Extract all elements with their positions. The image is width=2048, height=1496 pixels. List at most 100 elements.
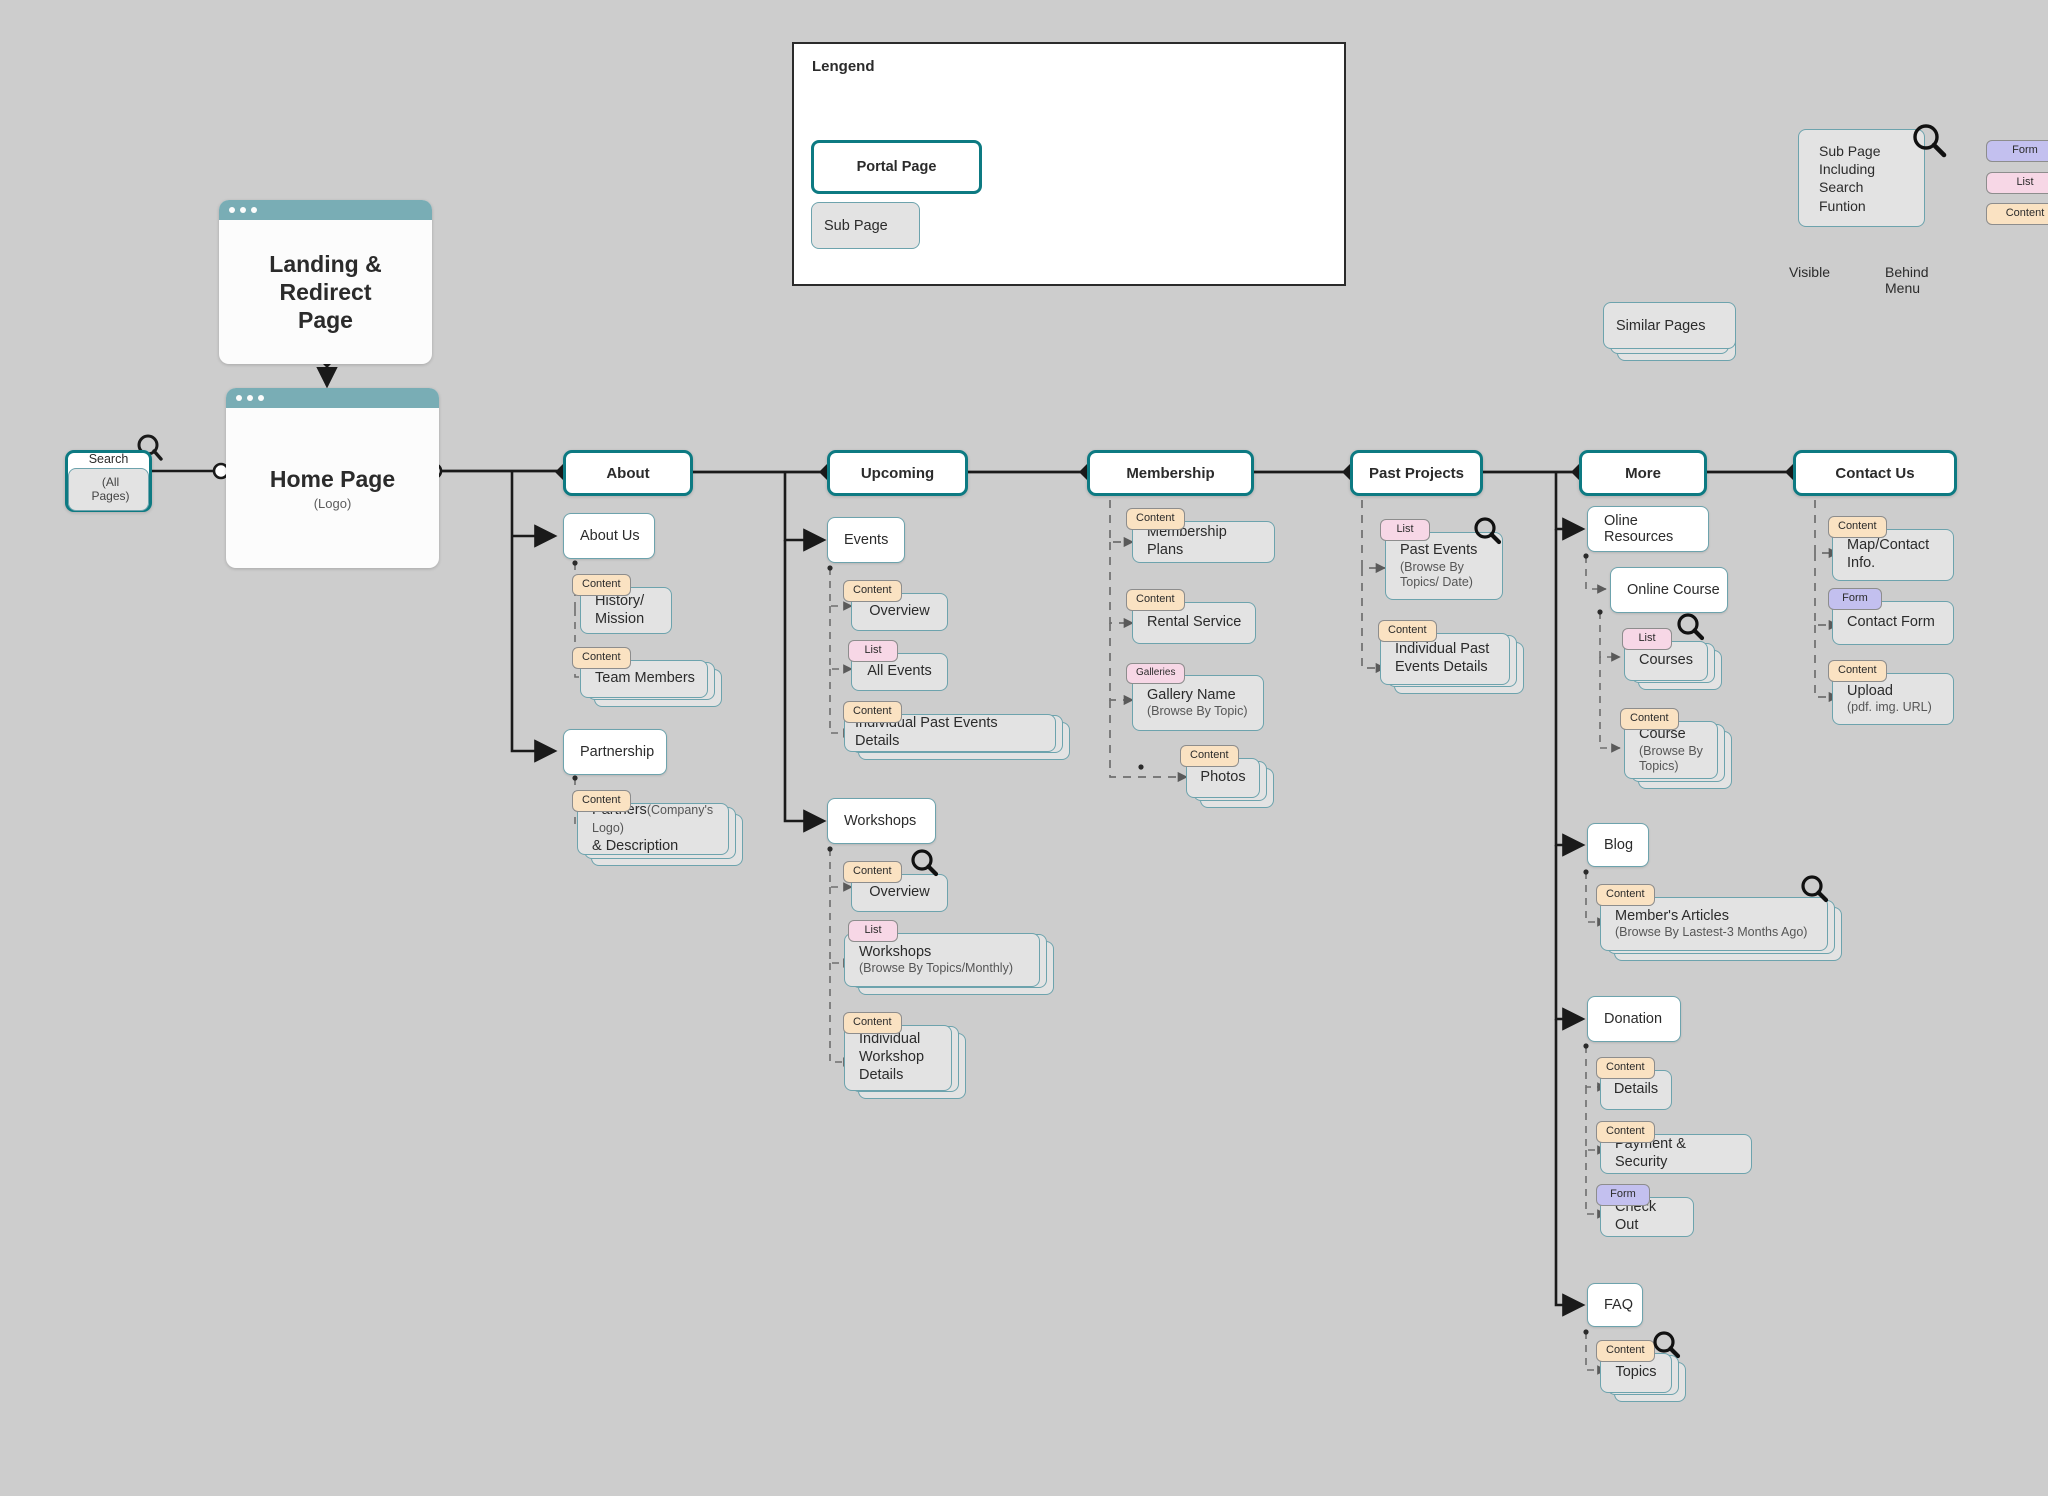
subpage-individual-workshop[interactable]: Individual Workshop Details <box>844 1025 952 1091</box>
map-contact-line2: Info. <box>1847 555 1876 571</box>
menu-about-us-label: About Us <box>580 528 640 544</box>
legend-behind-menu-label: Behind Menu <box>1885 264 1929 296</box>
tag-workshops-overview: Content <box>843 861 902 883</box>
tag-individual-past-events: Content <box>843 701 902 723</box>
landing-redirect-page[interactable]: Landing & Redirect Page <box>219 200 432 364</box>
topics-magnifier-icon <box>1653 1331 1681 1359</box>
legend-search-line1: Sub Page <box>1819 143 1881 159</box>
course-subtitle2: Topics) <box>1639 758 1679 773</box>
tag-contact-form: Form <box>1828 588 1882 610</box>
tag-all-events: List <box>848 640 898 662</box>
gallery-name-title: Gallery Name <box>1147 686 1236 703</box>
map-contact-line1: Map/Contact <box>1847 537 1930 554</box>
menu-events[interactable]: Events <box>827 517 905 563</box>
legend-search-magnifier-icon <box>1913 124 1947 158</box>
landing-title-line3: Page <box>298 307 353 334</box>
portal-contact-us[interactable]: Contact Us <box>1793 450 1957 496</box>
legend-panel: Lengend Portal Page Sub Page Similar Pag… <box>792 42 2048 361</box>
individual-workshop-line2: Workshop <box>859 1049 925 1066</box>
partners-title-line2: & Description <box>592 837 679 854</box>
window-dot <box>229 207 235 213</box>
past-events-subtitle2: Topics/ Date) <box>1400 574 1473 589</box>
menu-donation-label: Donation <box>1604 1011 1663 1027</box>
portal-past-projects[interactable]: Past Projects <box>1350 450 1483 496</box>
menu-about-us[interactable]: About Us <box>563 513 655 559</box>
menu-partnership[interactable]: Partnership <box>563 729 667 775</box>
portal-upcoming-label: Upcoming <box>860 464 935 482</box>
legend-similar-pages-sample: Similar Pages <box>1603 302 1736 349</box>
upload-subtitle: (pdf. img. URL) <box>1847 700 1932 715</box>
window-dot <box>240 207 246 213</box>
menu-faq-label: FAQ <box>1604 1297 1634 1313</box>
legend-title: Lengend <box>812 58 875 75</box>
menu-events-label: Events <box>844 532 889 548</box>
menu-online-resources[interactable]: Oline Resources <box>1587 506 1709 552</box>
menu-donation[interactable]: Donation <box>1587 996 1681 1042</box>
menu-partnership-label: Partnership <box>580 744 655 760</box>
portal-more[interactable]: More <box>1579 450 1707 496</box>
search-all-pages-node[interactable]: Search (All Pages) <box>65 450 152 512</box>
legend-search-line4: Funtion <box>1819 197 1866 214</box>
legend-portal-page-label: Portal Page <box>856 159 937 175</box>
rental-service-title: Rental Service <box>1147 614 1242 631</box>
tag-courses: List <box>1622 628 1672 650</box>
team-members-title: Team Members <box>595 670 695 687</box>
home-page-subtitle: (Logo) <box>313 496 352 512</box>
gallery-name-subtitle: (Browse By Topic) <box>1147 704 1248 719</box>
home-page-title: Home Page <box>269 465 396 492</box>
home-page[interactable]: Home Page (Logo) <box>226 388 439 568</box>
tag-past-events: List <box>1380 519 1430 541</box>
portal-about[interactable]: About <box>563 450 693 496</box>
portal-upcoming[interactable]: Upcoming <box>827 450 968 496</box>
window-dot <box>236 395 242 401</box>
portal-membership[interactable]: Membership <box>1087 450 1254 496</box>
tag-members-articles: Content <box>1596 884 1655 906</box>
menu-workshops[interactable]: Workshops <box>827 798 936 844</box>
landing-title-line2: Redirect <box>279 278 372 305</box>
past-events-subtitle: (Browse By <box>1400 559 1464 574</box>
individual-past-details-line1: Individual Past <box>1395 641 1490 658</box>
legend-type-form: Form <box>1986 140 2048 162</box>
workshops-list-title: Workshops <box>859 943 932 960</box>
portal-membership-label: Membership <box>1126 464 1215 482</box>
tag-individual-past-events-details: Content <box>1378 620 1437 642</box>
tag-membership-plans: Content <box>1126 508 1185 530</box>
workshops-overview-magnifier-icon <box>911 849 939 877</box>
legend-similar-pages-label: Similar Pages <box>1616 317 1706 334</box>
tag-rental-service: Content <box>1126 589 1185 611</box>
window-dot <box>247 395 253 401</box>
legend-visible-label: Visible <box>1789 264 1830 280</box>
tag-topics: Content <box>1596 1340 1655 1362</box>
legend-search-line3: Search <box>1819 179 1864 196</box>
upload-title: Upload <box>1847 682 1893 699</box>
window-titlebar <box>226 388 439 408</box>
search-title: Search <box>88 452 129 467</box>
history-mission-line2: Mission <box>595 610 645 627</box>
members-articles-subtitle: (Browse By Lastest-3 Months Ago) <box>1615 925 1808 940</box>
tag-events-overview: Content <box>843 580 902 602</box>
individual-workshop-line3: Details <box>859 1066 904 1083</box>
workshops-list-subtitle: (Browse By Topics/Monthly) <box>859 961 1013 976</box>
tag-gallery-name: Galleries <box>1126 663 1186 684</box>
menu-faq[interactable]: FAQ <box>1587 1283 1643 1327</box>
donation-details-title: Details <box>1613 1081 1659 1098</box>
tag-upload: Content <box>1828 660 1887 682</box>
individual-workshop-line1: Individual <box>859 1031 921 1048</box>
topics-title: Topics <box>1615 1364 1657 1381</box>
menu-online-course[interactable]: Online Course <box>1610 567 1728 613</box>
portal-about-label: About <box>606 464 650 482</box>
tag-course: Content <box>1620 708 1679 730</box>
tag-history-mission: Content <box>572 574 631 596</box>
window-titlebar <box>219 200 432 220</box>
tag-individual-workshop: Content <box>843 1012 902 1034</box>
events-overview-title: Overview <box>869 603 930 620</box>
window-dot <box>258 395 264 401</box>
tag-check-out: Form <box>1596 1184 1650 1206</box>
menu-blog[interactable]: Blog <box>1587 823 1649 867</box>
tag-donation-details: Content <box>1596 1057 1655 1079</box>
members-articles-title: Member's Articles <box>1615 907 1729 924</box>
legend-search-page-sample: Sub Page Including Search Funtion <box>1798 129 1925 227</box>
menu-online-course-label: Online Course <box>1627 582 1720 598</box>
legend-portal-page-sample: Portal Page <box>811 140 982 194</box>
portal-contact-us-label: Contact Us <box>1835 464 1915 482</box>
